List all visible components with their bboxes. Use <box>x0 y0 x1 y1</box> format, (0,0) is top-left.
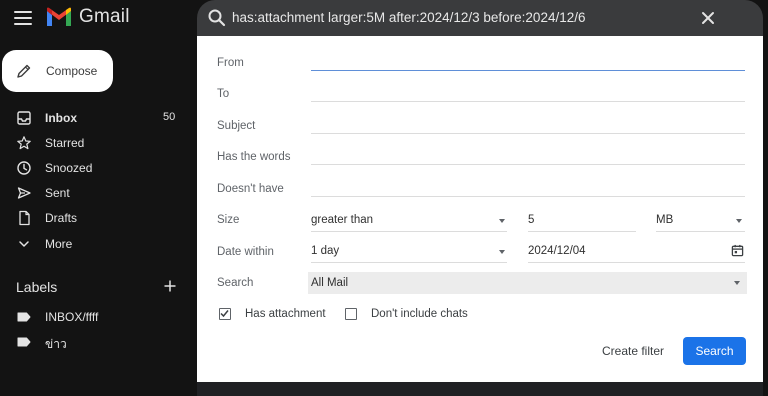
sidebar-item-sent[interactable]: Sent <box>0 181 190 205</box>
sidebar-label-news[interactable]: ข่าว <box>0 330 190 354</box>
star-icon <box>17 136 31 150</box>
send-icon <box>17 187 31 199</box>
compose-label: Compose <box>46 64 98 78</box>
size-operator-select[interactable]: greater than <box>311 210 507 232</box>
sidebar-item-label: Inbox <box>45 111 77 125</box>
search-scope-label: Search <box>217 277 254 289</box>
sidebar-item-label: Drafts <box>45 211 78 225</box>
from-label: From <box>217 57 244 69</box>
caret-down-icon <box>499 250 505 254</box>
subject-field[interactable] <box>311 133 745 134</box>
search-scope-value: All Mail <box>311 277 349 289</box>
size-operator-value: greater than <box>311 214 374 226</box>
size-value-input[interactable]: 5 <box>528 210 636 232</box>
add-label-icon[interactable] <box>163 279 177 293</box>
calendar-icon[interactable] <box>731 244 744 257</box>
gmail-m-icon <box>47 7 71 26</box>
caret-down-icon <box>499 219 505 223</box>
inbox-icon <box>17 111 31 125</box>
sidebar-item-label: More <box>45 237 73 251</box>
date-value: 2024/12/04 <box>528 245 586 257</box>
to-label: To <box>217 88 230 100</box>
panel-bottom-edge <box>197 382 763 396</box>
compose-button[interactable]: Compose <box>2 50 113 92</box>
doesnt-have-field[interactable] <box>311 196 745 197</box>
sidebar-item-starred[interactable]: Starred <box>0 131 190 155</box>
advanced-search-panel: From To Subject Has the words Doesn't ha… <box>197 36 763 382</box>
app-name: Gmail <box>79 6 130 27</box>
has-attachment-checkbox[interactable] <box>219 308 231 320</box>
size-value: 5 <box>528 214 535 226</box>
has-words-field[interactable] <box>311 164 745 165</box>
from-field[interactable] <box>311 70 745 71</box>
create-filter-button[interactable]: Create filter <box>593 337 673 365</box>
size-unit-value: MB <box>656 214 674 226</box>
unread-count: 50 <box>163 111 176 123</box>
labels-heading: Labels <box>16 279 58 295</box>
dont-include-chats-label: Don't include chats <box>371 308 468 320</box>
sidebar-item-more[interactable]: More <box>0 232 190 256</box>
caret-down-icon <box>734 281 740 285</box>
date-within-value: 1 day <box>311 245 340 257</box>
chevron-down-icon <box>19 241 29 247</box>
doesnt-have-label: Doesn't have <box>217 183 284 195</box>
size-label: Size <box>217 214 240 226</box>
to-field[interactable] <box>311 101 745 102</box>
label-icon <box>17 337 31 347</box>
sidebar-item-inbox[interactable]: Inbox 50 <box>0 106 190 130</box>
close-icon[interactable] <box>699 9 717 27</box>
sidebar-label-inbox-ffff[interactable]: INBOX/ffff <box>0 305 190 329</box>
sidebar-item-snoozed[interactable]: Snoozed <box>0 156 190 180</box>
clock-icon <box>17 161 31 175</box>
subject-label: Subject <box>217 120 256 132</box>
draft-icon <box>19 210 30 226</box>
sidebar-item-label: INBOX/ffff <box>45 310 99 324</box>
sidebar-item-label: Sent <box>45 186 70 200</box>
search-bar[interactable]: has:attachment larger:5M after:2024/12/3… <box>197 0 763 36</box>
date-input[interactable]: 2024/12/04 <box>528 241 745 263</box>
has-words-label: Has the words <box>217 151 291 163</box>
sidebar-item-label: ข่าว <box>45 337 67 351</box>
gmail-logo[interactable]: Gmail <box>46 6 130 28</box>
label-icon <box>17 312 31 322</box>
dont-include-chats-checkbox[interactable] <box>345 308 357 320</box>
main-menu-icon[interactable] <box>14 11 32 25</box>
has-attachment-label: Has attachment <box>245 308 326 320</box>
pencil-icon <box>17 64 31 78</box>
caret-down-icon <box>736 219 742 223</box>
search-icon[interactable] <box>207 8 227 28</box>
checkmark-icon <box>220 310 229 318</box>
sidebar-item-label: Snoozed <box>45 161 93 175</box>
sidebar-item-label: Starred <box>45 136 85 150</box>
date-within-select[interactable]: 1 day <box>311 241 507 263</box>
size-unit-select[interactable]: MB <box>656 210 745 232</box>
search-query[interactable]: has:attachment larger:5M after:2024/12/3… <box>232 10 586 25</box>
search-scope-select[interactable]: All Mail <box>308 272 747 294</box>
search-button[interactable]: Search <box>683 337 746 365</box>
date-within-label: Date within <box>217 246 274 258</box>
sidebar-item-drafts[interactable]: Drafts <box>0 206 190 230</box>
